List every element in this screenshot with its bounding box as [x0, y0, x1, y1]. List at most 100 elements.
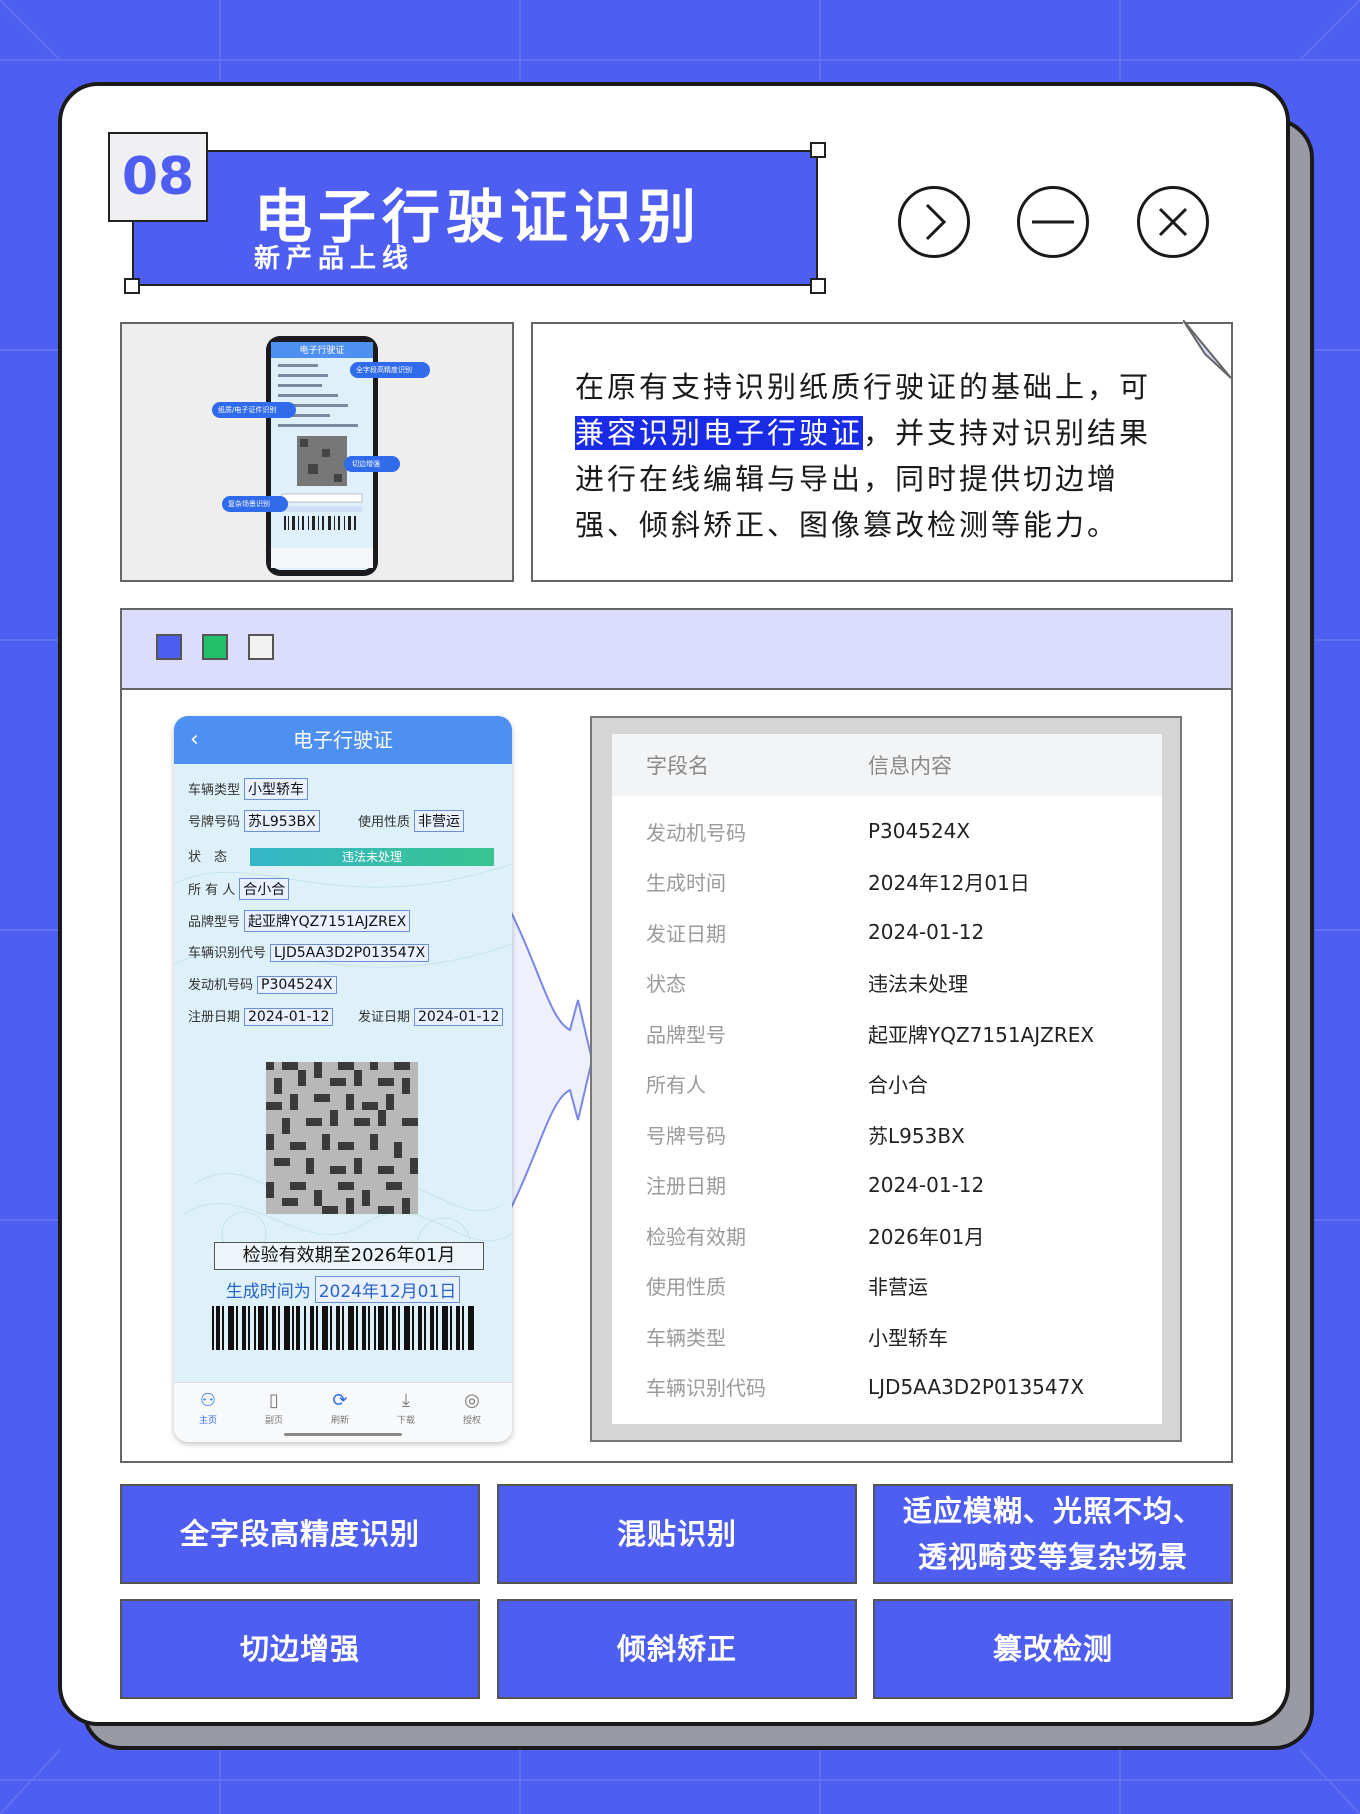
feature-tamper-detect[interactable]: 篡改检测: [873, 1599, 1233, 1699]
table-cell-value[interactable]: 合小合: [868, 1069, 928, 1098]
tab-secondary[interactable]: ▯ 副页: [244, 1389, 304, 1426]
table-cell-value[interactable]: 起亚牌YQZ7151AJZREX: [868, 1019, 1094, 1048]
table-row: 车辆类型 小型轿车: [612, 1311, 1162, 1362]
table-cell-field: 生成时间: [646, 871, 726, 896]
license-title: 电子行驶证: [293, 728, 393, 752]
table-row: 注册日期 2024-01-12: [612, 1160, 1162, 1211]
table-cell-field: 使用性质: [646, 1275, 726, 1300]
table-cell-field: 检验有效期: [646, 1224, 746, 1249]
field-engine: 发动机号码 P304524X: [188, 974, 337, 994]
field-issue-date: 发证日期 2024-01-12: [358, 1006, 504, 1026]
field-reg-date: 注册日期 2024-01-12: [188, 1006, 334, 1026]
field-plate: 号牌号码 苏L953BX: [188, 810, 320, 832]
license-header: ‹ 电子行驶证: [174, 716, 512, 764]
value-usage[interactable]: 非营运: [414, 810, 465, 832]
table-cell-field: 发证日期: [646, 921, 726, 946]
field-vehicle-type: 车辆类型 小型轿车: [188, 778, 309, 800]
table-cell-value[interactable]: 2026年01月: [868, 1221, 984, 1250]
demo-window-titlebar: [122, 610, 1231, 690]
resize-handle[interactable]: [810, 142, 826, 158]
page-subtitle: 新产品上线: [254, 244, 415, 274]
section-number: 08: [108, 132, 208, 222]
table-cell-field: 车辆识别代码: [646, 1376, 766, 1401]
minimize-icon[interactable]: [1017, 186, 1089, 258]
table-cell-value[interactable]: LJD5AA3D2P013547X: [868, 1375, 1084, 1399]
license-phone-mock: ‹ 电子行驶证 车辆类型 小型轿车 号牌号码 苏L953BX 使用性质 非营运 状 态…: [174, 716, 512, 1442]
resize-handle[interactable]: [124, 278, 140, 294]
table-cell-value[interactable]: 非营运: [868, 1271, 928, 1300]
value-issue-date[interactable]: 2024-01-12: [414, 1008, 504, 1026]
result-table: 字段名 信息内容 发动机号码 P304524X 生成时间 2024年12月01日 发证日…: [612, 734, 1162, 1424]
value-engine[interactable]: P304524X: [257, 976, 337, 994]
demo-window: ‹ 电子行驶证 车辆类型 小型轿车 号牌号码 苏L953BX 使用性质 非营运 状 态…: [120, 608, 1233, 1463]
table-cell-field: 注册日期: [646, 1174, 726, 1199]
description-text: 在原有支持识别纸质行驶证的基础上，可兼容识别电子行驶证，并支持对识别结果进行在线…: [575, 370, 1152, 542]
phone-tag-4: 复杂场景识别: [228, 500, 270, 508]
table-row: 生成时间 2024年12月01日: [612, 857, 1162, 908]
close-icon[interactable]: [1137, 186, 1209, 258]
table-cell-value[interactable]: 小型轿车: [868, 1322, 948, 1351]
generated-time: 生成时间为 2024年12月01日: [174, 1276, 512, 1303]
value-owner[interactable]: 合小合: [239, 878, 290, 900]
feature-mixed-recognition[interactable]: 混贴识别: [497, 1484, 857, 1584]
field-usage: 使用性质 非营运: [358, 810, 465, 832]
value-vehicle-type[interactable]: 小型轿车: [244, 778, 309, 800]
phone-preview-panel: 电子行驶证 全字段高精度识别 纸质/电子证件识别 切边增强 复杂场景识别: [120, 322, 514, 582]
phone-tag-2: 纸质/电子证件识别: [218, 406, 277, 414]
feature-full-field-recognition[interactable]: 全字段高精度识别: [120, 1484, 480, 1584]
table-row: 发证日期 2024-01-12: [612, 907, 1162, 958]
tab-authorize[interactable]: ◎ 授权: [442, 1389, 502, 1426]
table-row: 发动机号码 P304524X: [612, 806, 1162, 857]
table-row: 所有人 合小合: [612, 1059, 1162, 1110]
result-table-frame: 字段名 信息内容 发动机号码 P304524X 生成时间 2024年12月01日 发证日…: [590, 716, 1182, 1442]
table-cell-value[interactable]: P304524X: [868, 819, 970, 843]
table-row: 车辆识别代码 LJD5AA3D2P013547X: [612, 1362, 1162, 1413]
tab-home[interactable]: ⚇ 主页: [178, 1389, 238, 1426]
value-reg-date[interactable]: 2024-01-12: [244, 1008, 334, 1026]
download-icon: ⤓: [402, 1390, 410, 1411]
value-brand[interactable]: 起亚牌YQZ7151AJZREX: [244, 910, 411, 932]
table-cell-value[interactable]: 2024-01-12: [868, 920, 984, 944]
feature-skew-correct[interactable]: 倾斜矫正: [497, 1599, 857, 1699]
feature-edge-enhance[interactable]: 切边增强: [120, 1599, 480, 1699]
table-cell-value[interactable]: 2024-01-12: [868, 1173, 984, 1197]
table-row: 品牌型号 起亚牌YQZ7151AJZREX: [612, 1008, 1162, 1059]
feature-complex-scenes[interactable]: 适应模糊、光照不均、透视畸变等复杂场景: [873, 1484, 1233, 1584]
check-circle-icon: ◎: [464, 1390, 480, 1411]
field-status-label: 状 态: [188, 850, 228, 865]
tab-download[interactable]: ⤓ 下载: [376, 1389, 436, 1426]
field-brand: 品牌型号 起亚牌YQZ7151AJZREX: [188, 910, 411, 932]
user-icon: ⚇: [199, 1390, 217, 1411]
field-owner: 所 有 人合小合: [188, 878, 290, 900]
table-cell-value[interactable]: 违法未处理: [868, 968, 968, 997]
table-body: 发动机号码 P304524X 生成时间 2024年12月01日发证日期 2024-01-…: [612, 796, 1162, 1412]
phone-tag-3: 切边增强: [352, 460, 380, 468]
value-plate[interactable]: 苏L953BX: [244, 810, 320, 832]
window-square-blue: [156, 634, 182, 660]
arrow-icon: [510, 910, 592, 1210]
resize-handle[interactable]: [810, 278, 826, 294]
table-cell-field: 号牌号码: [646, 1123, 726, 1148]
table-row: 状态 违法未处理: [612, 958, 1162, 1009]
tab-refresh[interactable]: ⟳ 刷新: [310, 1389, 370, 1426]
table-row: 号牌号码 苏L953BX: [612, 1109, 1162, 1160]
value-vin[interactable]: LJD5AA3D2P013547X: [270, 944, 430, 962]
table-cell-field: 车辆类型: [646, 1325, 726, 1350]
table-cell-field: 所有人: [646, 1073, 706, 1098]
home-indicator: [284, 1433, 402, 1436]
back-icon[interactable]: ‹: [190, 716, 199, 764]
folded-corner-icon: [1183, 320, 1232, 379]
column-header-field: 字段名: [646, 754, 709, 778]
next-icon[interactable]: [898, 186, 970, 258]
phone-preview: [212, 336, 430, 576]
table-cell-value[interactable]: 2024年12月01日: [868, 867, 1030, 896]
license-tabbar: ⚇ 主页 ▯ 副页 ⟳ 刷新 ⤓ 下载 ◎ 授权: [174, 1382, 512, 1442]
table-cell-value[interactable]: 苏L953BX: [868, 1120, 965, 1149]
barcode: [212, 1306, 474, 1350]
table-cell-field: 状态: [646, 972, 686, 997]
value-status[interactable]: 违法未处理: [250, 848, 494, 866]
table-row: 使用性质 非营运: [612, 1261, 1162, 1312]
window-square-white: [248, 634, 274, 660]
description-panel: 在原有支持识别纸质行驶证的基础上，可兼容识别电子行驶证，并支持对识别结果进行在线…: [531, 320, 1233, 582]
phone-screen-title: 电子行驶证: [299, 346, 345, 356]
